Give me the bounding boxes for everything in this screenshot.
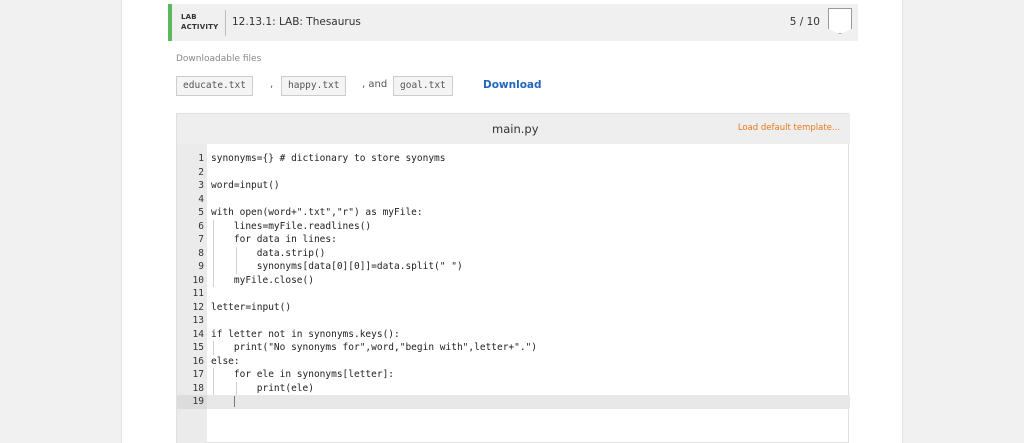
- line-number: 7: [198, 234, 204, 245]
- code-text: synonyms={} # dictionary to store syonym…: [211, 153, 446, 164]
- completion-badge-icon: [828, 8, 852, 34]
- line-number: 4: [198, 193, 204, 205]
- line-number: 15: [192, 342, 204, 353]
- code-text: else:: [211, 355, 240, 367]
- indent-guide: [213, 341, 214, 355]
- code-text: for ele in synonyms[letter]:: [211, 369, 395, 380]
- editor-header: main.py Load default template...: [177, 114, 850, 144]
- code-area[interactable]: 1 synonyms={} # dictionary to store syony…: [177, 144, 850, 443]
- code-text: for data in lines:: [211, 234, 337, 245]
- code-line: 14 if letter not in synonyms.keys():: [193, 328, 850, 342]
- indent-guide: [213, 246, 214, 260]
- file-educate[interactable]: educate.txt: [176, 76, 253, 96]
- lab-tag-line1: LAB: [181, 13, 197, 21]
- code-text: myFile.close(): [211, 274, 314, 286]
- line-number: 5: [198, 207, 204, 218]
- separator-comma: ,: [270, 79, 274, 90]
- code-editor: main.py Load default template... 1 synony…: [176, 113, 850, 443]
- line-number: 3: [198, 180, 204, 191]
- lab-score: 5 / 10: [789, 16, 820, 28]
- lab-activity-tag: LAB ACTIVITY: [181, 12, 218, 32]
- indent-guide: [213, 273, 214, 287]
- indent-guide: [235, 260, 237, 274]
- header-divider: [225, 10, 226, 36]
- line-number: 2: [198, 166, 204, 178]
- code-text: if letter not in synonyms.keys():: [211, 328, 400, 340]
- line-number: 19: [192, 396, 204, 407]
- indent-guide: [213, 219, 214, 233]
- file-happy[interactable]: happy.txt: [281, 76, 347, 96]
- code-text: lines=myFile.readlines(): [211, 220, 372, 232]
- lab-title: 12.13.1: LAB: Thesaurus: [232, 16, 361, 28]
- file-name: main.py: [492, 122, 539, 136]
- code-line: 12 letter=input(): [193, 301, 850, 315]
- line-number: 1: [198, 153, 204, 164]
- line-number: 8: [198, 247, 204, 259]
- code-text: letter=input(): [211, 301, 292, 313]
- line-number: 17: [192, 369, 204, 380]
- code-line: 2: [198, 166, 850, 180]
- code-text: print("No synonyms for",word,"begin with…: [211, 342, 538, 353]
- indent-guide: [213, 368, 214, 382]
- code-line: 16 else:: [193, 355, 850, 369]
- text-cursor: [233, 396, 235, 407]
- separator-and: , and: [362, 79, 388, 90]
- load-default-template-link[interactable]: Load default template...: [738, 123, 840, 133]
- code-line: 6 lines=myFile.readlines(): [198, 219, 850, 233]
- indent-guide: [235, 246, 237, 260]
- code-line: 4: [198, 193, 850, 207]
- lab-header: LAB ACTIVITY 12.13.1: LAB: Thesaurus 5 /…: [168, 4, 858, 41]
- code-line: 8 data.strip(): [198, 246, 850, 260]
- indent-guide: [213, 233, 214, 247]
- code-line: 1 synonyms={} # dictionary to store syony…: [198, 152, 850, 166]
- code-line: 11: [193, 287, 850, 301]
- code-line: 15 print("No synonyms for",word,"begin w…: [193, 341, 850, 355]
- code-line: 17 for ele in synonyms[letter]:: [193, 368, 850, 382]
- code-line: 13: [193, 314, 850, 328]
- file-goal[interactable]: goal.txt: [393, 76, 453, 96]
- code-text: with open(word+".txt","r") as myFile:: [211, 207, 423, 218]
- downloadable-files-label: Downloadable files: [176, 54, 262, 64]
- code-line: 9 synonyms[data[0][0]]=data.split(" "): [198, 260, 850, 274]
- line-number: 9: [198, 261, 204, 272]
- download-button[interactable]: Download: [483, 79, 542, 91]
- code-text: synonyms[data[0][0]]=data.split(" "): [211, 261, 463, 272]
- line-number: 6: [198, 220, 204, 232]
- code-line: 7 for data in lines:: [198, 233, 850, 247]
- code-line: 5 with open(word+".txt","r") as myFile:: [198, 206, 850, 220]
- code-line: 3 word=input(): [198, 179, 850, 193]
- code-line: 19: [193, 395, 850, 409]
- line-number: 11: [192, 288, 204, 299]
- line-number: 16: [192, 355, 204, 367]
- indent-guide: [235, 381, 237, 395]
- code-text: word=input(): [211, 180, 280, 191]
- indent-guide: [213, 260, 214, 274]
- code-line: 10 myFile.close(): [193, 273, 850, 287]
- code-line: 18 print(ele): [193, 381, 850, 395]
- line-number: 12: [192, 301, 204, 313]
- indent-guide: [213, 381, 214, 395]
- code-text: print(ele): [211, 382, 314, 394]
- line-number: 14: [192, 328, 204, 340]
- code-text: data.strip(): [211, 247, 326, 259]
- line-number: 18: [192, 382, 204, 394]
- line-number: 10: [192, 274, 204, 286]
- lab-tag-line2: ACTIVITY: [181, 23, 219, 31]
- line-number: 13: [192, 315, 204, 326]
